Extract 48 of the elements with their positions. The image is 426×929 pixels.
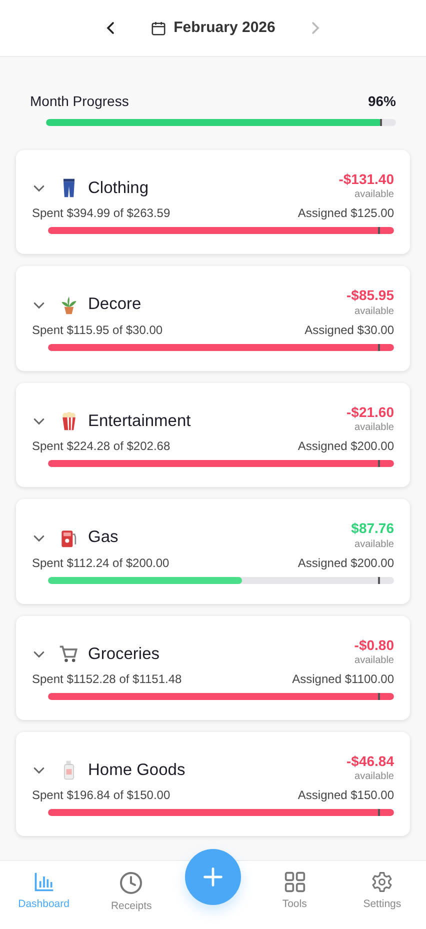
assigned-text: Assigned $30.00 [304,322,394,339]
category-name: Clothing [88,178,149,199]
spent-text: Spent $224.28 of $202.68 [32,438,170,456]
clock-icon [119,871,144,895]
category-card[interactable]: Home Goods -$46.84 available Spent $196.84 of $150.00 Assigned $150.00 [16,732,410,836]
spent-text: Spent $115.95 of $30.00 [32,322,163,339]
assigned-text: Assigned $150.00 [298,787,394,804]
available-label: available [354,654,394,668]
assigned-text: Assigned $125.00 [298,205,394,222]
nav-tab[interactable]: Settings [338,861,426,914]
plus-icon [202,866,224,888]
progress-value: 96% [368,92,396,111]
calendar-icon [150,20,166,36]
available-amount: -$46.84 [346,754,394,770]
available-label: available [354,188,394,202]
category-name: Home Goods [88,760,186,781]
category-name: Gas [88,527,118,548]
category-card[interactable]: Decore -$85.95 available Spent $115.95 of $30.00 Assigned $30.00 [16,266,410,371]
assigned-text: Assigned $1100.00 [292,670,394,688]
progress-label: Month Progress [30,92,129,111]
available-label: available [354,421,394,436]
category-name: Groceries [88,644,160,665]
spent-text: Spent $394.99 of $263.59 [32,205,170,222]
nav-tab[interactable]: Receipts [88,861,176,916]
assigned-text: Assigned $200.00 [298,554,394,572]
chart-icon [32,871,55,893]
category-card[interactable]: Entertainment -$21.60 available Spent $224.28 of $202.68 Assigned $200.00 [16,382,410,488]
category-card[interactable]: Clothing -$131.40 available Spent $394.99 of $263.59 Assigned $125.00 [16,150,410,254]
available-label: available [354,770,394,784]
spent-text: Spent $1152.28 of $1151.48 [32,670,182,688]
available-amount: $87.76 [351,521,394,537]
spent-text: Spent $112.24 of $200.00 [32,554,170,572]
grid-icon [284,871,306,893]
available-amount: -$131.40 [338,172,394,188]
category-name: Entertainment [88,410,191,432]
month-title: February 2026 [174,18,276,38]
nav-tab[interactable]: Tools [250,861,338,914]
settings-icon [371,871,394,893]
category-card[interactable]: Groceries -$0.80 available Spent $1152.28 of $1151.48 Assigned $1100.00 [16,616,410,720]
available-label: available [354,304,394,319]
category-card[interactable]: Gas $87.76 available Spent $112.24 of $200.00 Assigned $200.00 [16,499,410,604]
available-amount: -$85.95 [346,288,394,304]
available-amount: -$0.80 [354,638,394,653]
spent-text: Spent $196.84 of $150.00 [32,787,170,804]
available-amount: -$21.60 [346,404,394,420]
available-label: available [354,538,394,552]
assigned-text: Assigned $200.00 [298,438,394,456]
category-name: Decore [88,294,142,316]
